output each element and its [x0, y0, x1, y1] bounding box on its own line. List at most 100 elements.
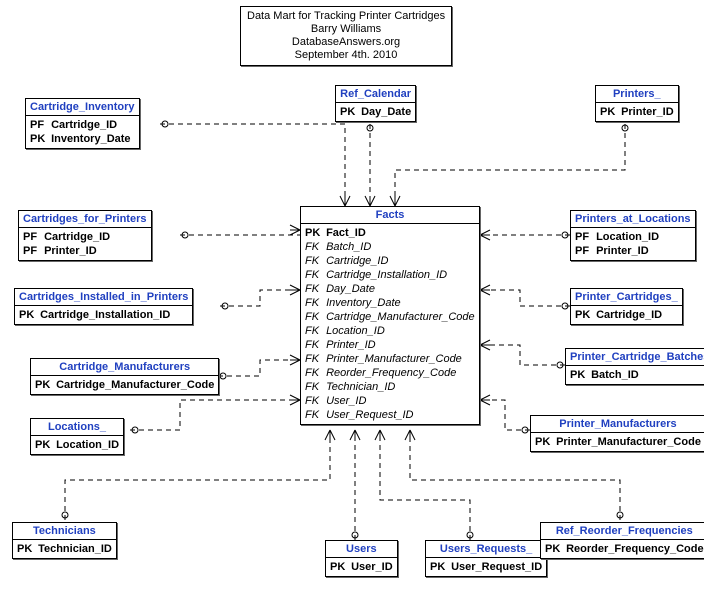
entity-printer-manufacturers: Printer_Manufacturers PK Printer_Manufac…: [530, 415, 704, 452]
key-type: FK: [305, 296, 323, 310]
entity-users-requests: Users_Requests_ PK User_Request_ID: [425, 540, 547, 577]
attr-name: Cartridge_ID: [326, 255, 388, 267]
entity-body: PK Fact_IDFK Batch_IDFK Cartridge_IDFK C…: [301, 224, 479, 424]
key-type: FK: [305, 394, 323, 408]
title-line3: DatabaseAnswers.org: [247, 36, 445, 49]
entity-title: Users_Requests_: [426, 541, 546, 558]
entity-users: Users PK User_ID: [325, 540, 398, 577]
entity-title: Cartridges_for_Printers: [19, 211, 151, 228]
attr-name: Printer_ID: [44, 245, 97, 257]
diagram-title-box: Data Mart for Tracking Printer Cartridge…: [240, 6, 452, 66]
key-type: FK: [305, 268, 323, 282]
attr-name: Cartridge_Installation_ID: [40, 309, 170, 321]
title-line2: Barry Williams: [247, 23, 445, 36]
entity-body: PK Reorder_Frequency_Code: [541, 540, 704, 558]
entity-title: Cartridge_Inventory: [26, 99, 139, 116]
entity-body: PK Batch_ID: [566, 366, 704, 384]
attr-name: Cartridge_ID: [44, 231, 110, 243]
key-type: PK: [340, 105, 358, 119]
attribute-row: PK Printer_ID: [600, 105, 674, 119]
attribute-row: PK Printer_Manufacturer_Code: [535, 435, 701, 449]
entity-printer-cartridge-batches: Printer_Cartridge_Batches PK Batch_ID: [565, 348, 704, 385]
entity-title: Technicians: [13, 523, 116, 540]
entity-facts: Facts PK Fact_ID FK Batch_ID FK Cartridge_…: [300, 206, 480, 425]
attr-name: Day_Date: [361, 106, 411, 118]
key-type: PK: [575, 308, 593, 322]
attr-name: Reorder_Frequency_Code: [566, 543, 704, 555]
key-type: FK: [305, 310, 323, 324]
entity-body: PK User_Request_ID: [426, 558, 546, 576]
key-type: PF: [575, 244, 593, 258]
attr-name: Batch_ID: [591, 369, 639, 381]
entity-ref-calendar: Ref_Calendar PK Day_Date: [335, 85, 416, 122]
entity-body: PF Cartridge_IDPF Printer_ID: [19, 228, 151, 260]
entity-printers: Printers_ PK Printer_ID: [595, 85, 679, 122]
key-type: PK: [535, 435, 553, 449]
attribute-row: PK Batch_ID: [570, 368, 704, 382]
attribute-row: PK Cartridge_Installation_ID: [19, 308, 188, 322]
key-type: PK: [35, 438, 53, 452]
key-type: PK: [570, 368, 588, 382]
attribute-row: PK Inventory_Date: [30, 132, 135, 146]
attr-name: Printer_Manufacturer_Code: [326, 353, 462, 365]
entity-title: Printer_Cartridges_: [571, 289, 682, 306]
key-type: PF: [30, 118, 48, 132]
attr-name: Cartridge_ID: [596, 309, 662, 321]
key-type: FK: [305, 338, 323, 352]
title-line1: Data Mart for Tracking Printer Cartridge…: [247, 10, 445, 23]
attr-name: Printer_ID: [326, 339, 376, 351]
entity-cartridges-for-printers: Cartridges_for_Printers PF Cartridge_IDP…: [18, 210, 152, 261]
attr-name: Printer_ID: [621, 106, 674, 118]
attr-name: Fact_ID: [326, 227, 366, 239]
entity-body: PF Location_IDPF Printer_ID: [571, 228, 695, 260]
title-line4: September 4th. 2010: [247, 49, 445, 62]
entity-title: Printers_at_Locations: [571, 211, 695, 228]
entity-technicians: Technicians PK Technician_ID: [12, 522, 117, 559]
attr-name: User_Request_ID: [326, 409, 413, 421]
attr-name: Technician_ID: [326, 381, 395, 393]
attribute-row: PF Cartridge_ID: [23, 230, 147, 244]
entity-locations: Locations_ PK Location_ID: [30, 418, 124, 455]
key-type: PK: [600, 105, 618, 119]
attribute-row: FK User_Request_ID: [305, 408, 475, 422]
attribute-row: FK User_ID: [305, 394, 475, 408]
entity-body: PK Cartridge_Manufacturer_Code: [31, 376, 218, 394]
attr-name: Location_ID: [596, 231, 659, 243]
attr-name: Batch_ID: [326, 241, 371, 253]
entity-title: Cartridges_Installed_in_Printers: [15, 289, 192, 306]
attribute-row: FK Printer_Manufacturer_Code: [305, 352, 475, 366]
entity-title: Users: [326, 541, 397, 558]
attr-name: Reorder_Frequency_Code: [326, 367, 456, 379]
entity-body: PK Printer_Manufacturer_Code: [531, 433, 704, 451]
attribute-row: PF Location_ID: [575, 230, 691, 244]
attribute-row: PF Printer_ID: [575, 244, 691, 258]
entity-title: Cartridge_Manufacturers: [31, 359, 218, 376]
key-type: PK: [35, 378, 53, 392]
key-type: FK: [305, 366, 323, 380]
entity-title: Printers_: [596, 86, 678, 103]
attribute-row: PK User_Request_ID: [430, 560, 542, 574]
entity-printers-at-locations: Printers_at_Locations PF Location_IDPF P…: [570, 210, 696, 261]
attr-name: User_ID: [351, 561, 393, 573]
key-type: PK: [545, 542, 563, 556]
entity-body: PK Technician_ID: [13, 540, 116, 558]
key-type: FK: [305, 380, 323, 394]
entity-title: Ref_Reorder_Frequencies: [541, 523, 704, 540]
attribute-row: FK Inventory_Date: [305, 296, 475, 310]
key-type: PK: [305, 226, 323, 240]
attr-name: Cartridge_Manufacturer_Code: [326, 311, 475, 323]
entity-body: PK User_ID: [326, 558, 397, 576]
attr-name: Location_ID: [56, 439, 119, 451]
entity-ref-reorder-frequencies: Ref_Reorder_Frequencies PK Reorder_Frequ…: [540, 522, 704, 559]
entity-body: PF Cartridge_IDPK Inventory_Date: [26, 116, 139, 148]
attribute-row: FK Technician_ID: [305, 380, 475, 394]
attribute-row: PK Cartridge_Manufacturer_Code: [35, 378, 214, 392]
attribute-row: FK Printer_ID: [305, 338, 475, 352]
entity-cartridge-inventory: Cartridge_Inventory PF Cartridge_IDPK In…: [25, 98, 140, 149]
key-type: FK: [305, 282, 323, 296]
entity-body: PK Printer_ID: [596, 103, 678, 121]
attr-name: Cartridge_Installation_ID: [326, 269, 447, 281]
entity-title: Printer_Cartridge_Batches: [566, 349, 704, 366]
attr-name: Inventory_Date: [326, 297, 401, 309]
entity-title: Facts: [301, 207, 479, 224]
